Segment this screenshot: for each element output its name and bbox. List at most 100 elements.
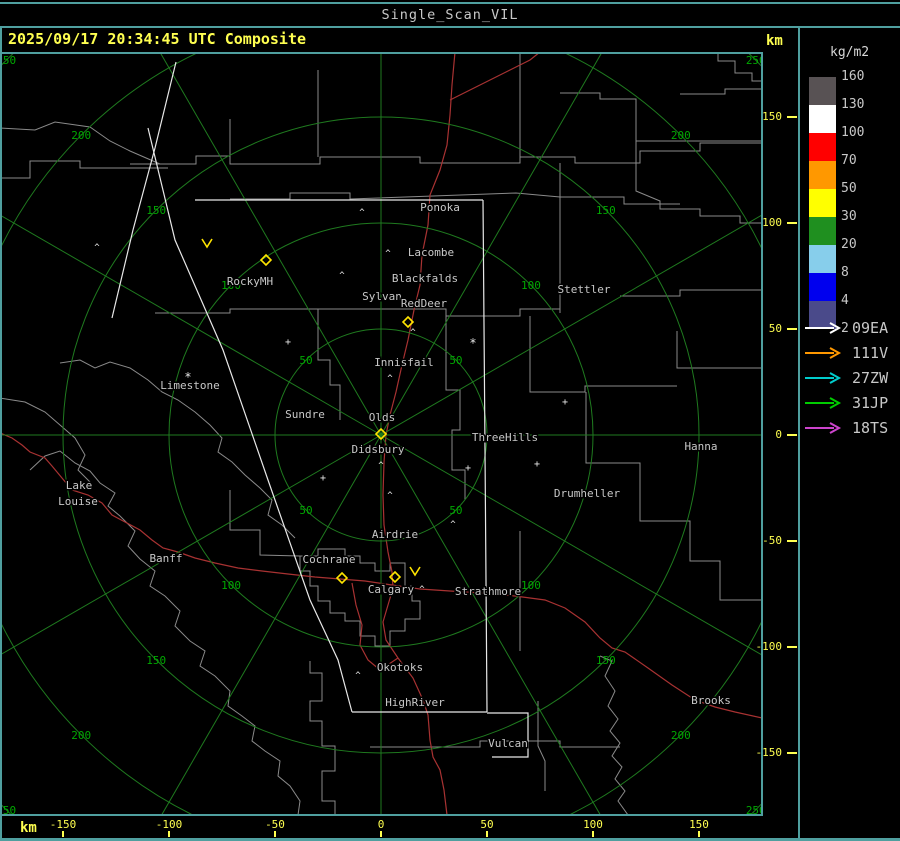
right-axis-tick [787,328,797,330]
caret-marker: ^ [419,585,425,595]
color-scale-value: 30 [841,209,857,224]
scan-timestamp: 2025/09/17 20:34:45 UTC Composite [8,30,307,48]
caret-marker: ^ [378,461,384,471]
legend-divider-line [798,28,800,838]
radar-map-canvas[interactable]: 50 5050 50100 100100 100150 150150 150200 20020… [2,54,761,814]
city-label: Strathmore [455,585,521,598]
color-scale-swatch [809,217,836,245]
ring-label: 150 [146,204,166,217]
city-label: Innisfail [374,356,434,369]
color-scale-value: 100 [841,125,865,140]
city-label: Drumheller [554,487,621,500]
color-scale-swatch [809,77,836,105]
radar-legend-row: 27ZW [804,366,888,390]
city-labels: Ponoka Lacombe Blackfalds SylvanRedDeer Stet… [57,200,733,752]
plus-marker: + [534,459,540,470]
caret-marker: ^ [387,491,393,501]
azimuth-spoke [380,54,602,436]
right-axis-tick [787,752,797,754]
color-scale-swatch [809,161,836,189]
ring-label: 150 [596,654,616,667]
azimuth-spoke [380,434,761,655]
storm-arrow-marker [201,238,213,249]
caret-marker: ^ [410,328,416,338]
city-label: RockyMH [227,275,273,288]
color-scale-swatch [809,133,836,161]
ring-label: 50 [449,504,462,517]
ring-label: 50 [299,504,312,517]
radar-arrow-icon [805,397,842,409]
ring-label: 50 [299,354,312,367]
radar-legend-row: 111V [804,341,888,365]
frame-titlebar-bottom-line [0,26,900,28]
azimuth-spoke [160,54,382,436]
radar-arrow-icon [805,322,842,334]
ring-label: 250 [746,804,761,814]
city-label: Blackfalds [392,272,458,285]
frame-top-line [0,2,900,4]
city-label: Ponoka [420,201,460,214]
caret-marker: ^ [387,374,393,384]
ring-label: 250 [746,54,761,67]
caret-marker: ^ [385,249,391,259]
bottom-axis-tick [168,831,170,837]
radar-id-label: 09EA [852,319,889,337]
caret-marker: ^ [355,671,361,681]
ring-label: 250 [2,54,16,67]
color-scale-value: 50 [841,181,857,196]
bottom-axis-tick-label: -50 [265,818,285,831]
radar-id-label: 18TS [852,419,889,437]
plus-marker: + [562,397,568,408]
window-title: Single_Scan_VIL [381,7,519,23]
color-scale-swatch [809,273,836,301]
color-scale-swatch [809,189,836,217]
star-marker: * [184,370,191,384]
bottom-axis-tick [486,831,488,837]
ring-label: 100 [521,579,541,592]
right-axis-tick [787,540,797,542]
color-scale-value: 130 [841,97,865,112]
plus-marker: + [320,473,326,484]
city-label: Sundre [285,408,325,421]
city-label: RedDeer [401,297,448,310]
bottom-axis-tick [380,831,382,837]
bottom-axis-tick [698,831,700,837]
ring-label: 100 [221,579,241,592]
radar-legend-row: 09EA [804,316,888,340]
bottom-axis-tick-label: -100 [155,818,183,831]
city-label: Olds [369,411,396,424]
azimuth-spoke [2,215,382,436]
caret-marker: ^ [339,271,345,281]
city-label: HighRiver [385,696,445,709]
city-label: Airdrie [372,528,418,541]
city-label: Stettler [558,283,611,296]
city-label: Brooks [691,694,731,707]
legend-unit-label: kg/m2 [830,45,870,60]
bottom-axis-tick-label: 50 [480,818,494,831]
storm-arrow-marker [409,566,421,577]
city-label: Calgary [368,583,415,596]
color-scale-value: 8 [841,265,849,280]
radar-app-window: Single_Scan_VIL 2025/09/17 20:34:45 UTC … [0,0,900,841]
star-marker: * [469,336,476,350]
bottom-axis-tick-label: 100 [583,818,603,831]
map-bottom-border [0,814,763,816]
caret-marker: ^ [359,208,365,218]
bottom-axis-tick [592,831,594,837]
caret-marker: ^ [94,243,100,253]
plus-marker: + [285,337,291,348]
city-label: Banff [149,552,182,565]
color-scale-swatch [809,245,836,273]
city-label: Didsbury [352,443,405,456]
radar-id-label: 31JP [852,394,889,412]
bottom-axis-tick [62,831,64,837]
caret-marker: ^ [450,520,456,530]
bottom-axis-tick-label: 150 [689,818,709,831]
ring-label: 100 [521,279,541,292]
radar-id-label: 111V [852,344,889,362]
radar-legend-row: 31JP [804,391,888,415]
city-label: Sylvan [362,290,402,303]
ring-label: 250 [2,804,16,814]
radar-site-marker [335,571,349,585]
ring-label: 200 [71,729,91,742]
